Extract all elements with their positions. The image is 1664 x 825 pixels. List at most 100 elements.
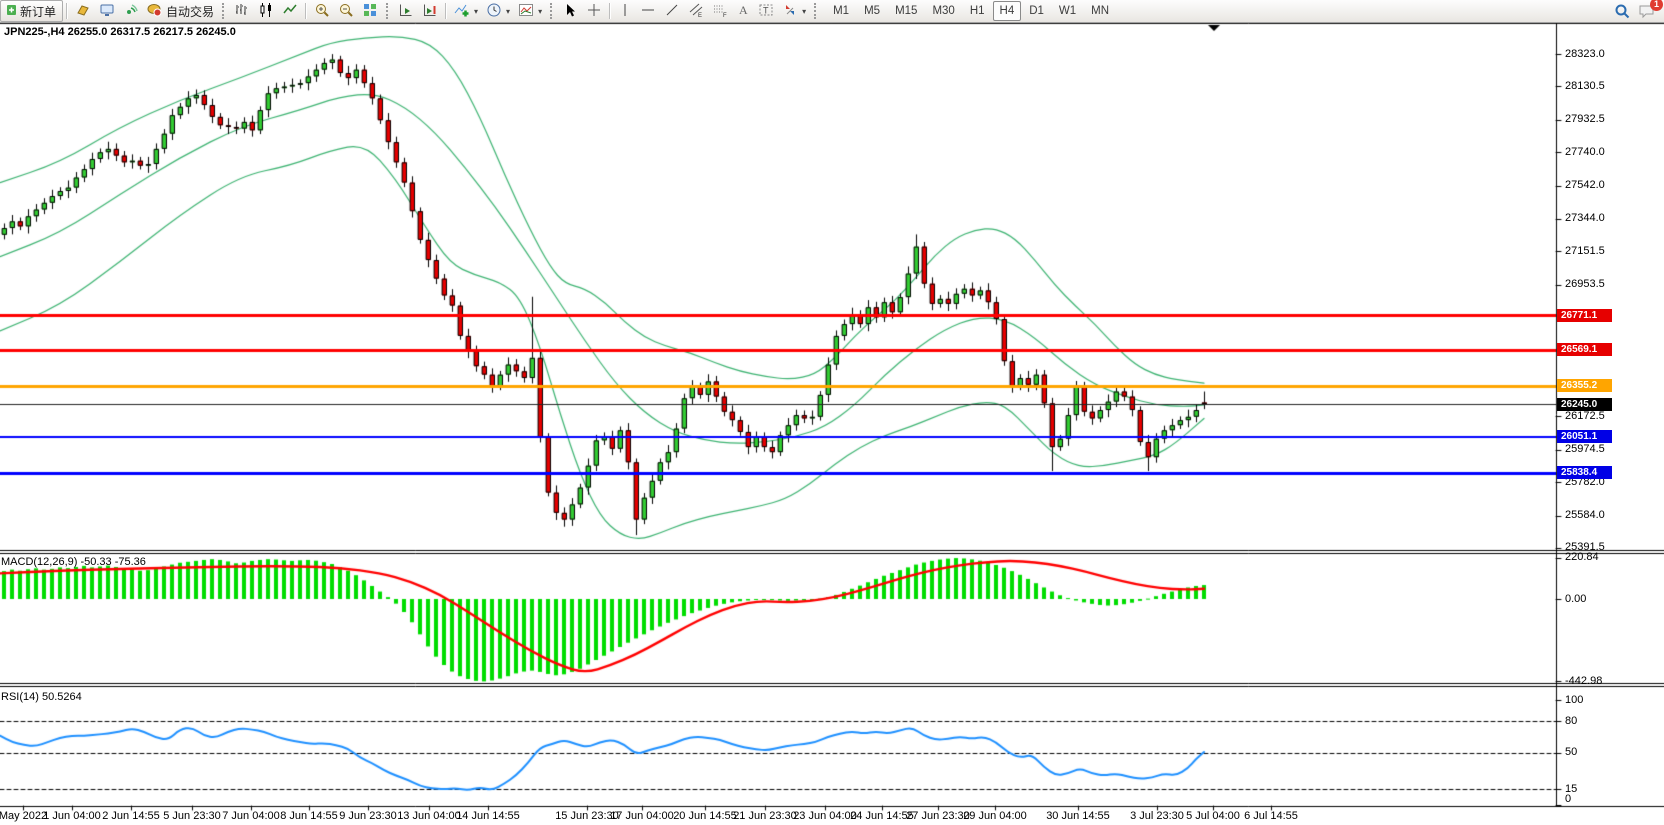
- timeframe-H1[interactable]: H1: [963, 1, 992, 21]
- toolbar-separator: [66, 3, 68, 19]
- text-icon: A: [736, 2, 750, 21]
- signals-icon: [123, 2, 139, 21]
- bar-chart-icon: [234, 2, 250, 21]
- price-axis-label: 25974.5: [1565, 443, 1605, 455]
- timeframe-H4[interactable]: H4: [993, 1, 1022, 21]
- vertical-line-button[interactable]: [614, 0, 636, 22]
- timeframe-bar: M1M5M15M30H1H4D1W1MN: [826, 1, 1116, 21]
- svg-text:T: T: [763, 5, 769, 15]
- trendline-button[interactable]: [660, 0, 684, 22]
- date-axis-label: 20 Jun 14:55: [673, 810, 737, 822]
- zoom-out-button[interactable]: [334, 0, 358, 22]
- horizontal-line-icon: [640, 2, 656, 21]
- macd-axis-label: -442.98: [1565, 675, 1602, 687]
- equidistant-channel-button[interactable]: E: [684, 0, 708, 22]
- timeframe-M5[interactable]: M5: [857, 1, 887, 21]
- date-axis-label: May 2022: [0, 810, 47, 822]
- search-icon[interactable]: [1610, 0, 1634, 22]
- line-chart-button[interactable]: [278, 0, 302, 22]
- templates-icon: [518, 2, 534, 21]
- toolbar-grip[interactable]: [814, 3, 818, 19]
- toolbar: 新订单 自动交易 ▾ ▾ ▾ E F A T ▾ M1M5M15M30H1H4D…: [0, 0, 1664, 23]
- crosshair-button[interactable]: [582, 0, 606, 22]
- rsi-axis-label: 0: [1565, 793, 1571, 805]
- vertical-line-icon: [618, 2, 632, 21]
- data-window-icon: [99, 2, 115, 21]
- date-axis-label: 24 Jun 14:55: [850, 810, 914, 822]
- periods-button[interactable]: ▾: [482, 0, 514, 22]
- text-button[interactable]: A: [732, 0, 754, 22]
- date-axis-label: 3 Jul 23:30: [1130, 810, 1184, 822]
- date-axis-label: 13 Jun 04:00: [397, 810, 461, 822]
- zoom-in-icon: [314, 2, 330, 21]
- fibonacci-button[interactable]: F: [708, 0, 732, 22]
- price-line-badge: 26355.2: [1557, 379, 1612, 392]
- chart-shift-button[interactable]: [418, 0, 442, 22]
- market-watch-icon: [75, 2, 91, 21]
- rsi-axis-label: 50: [1565, 746, 1577, 758]
- price-line-badge: 26245.0: [1557, 398, 1612, 411]
- timeframe-MN[interactable]: MN: [1084, 1, 1116, 21]
- timeframe-D1[interactable]: D1: [1022, 1, 1051, 21]
- auto-trading-button[interactable]: 自动交易: [143, 0, 218, 22]
- date-axis-label: 14 Jun 14:55: [456, 810, 520, 822]
- date-axis-label: 7 Jun 04:00: [222, 810, 280, 822]
- dropdown-caret: ▾: [802, 7, 806, 16]
- date-axis-label: 17 Jun 04:00: [610, 810, 674, 822]
- macd-axis-label: 0.00: [1565, 593, 1586, 605]
- auto-scroll-icon: [398, 2, 414, 21]
- data-window-button[interactable]: [95, 0, 119, 22]
- chat-icon[interactable]: 1: [1634, 0, 1660, 22]
- text-label-button[interactable]: T: [754, 0, 778, 22]
- toolbar-separator: [305, 3, 307, 19]
- auto-scroll-button[interactable]: [394, 0, 418, 22]
- symbol-title: JPN225-,H4 26255.0 26317.5 26217.5 26245…: [4, 26, 236, 38]
- price-axis-label: 28130.5: [1565, 80, 1605, 92]
- svg-text:F: F: [723, 13, 727, 18]
- chart-canvas[interactable]: [0, 0, 1664, 825]
- candlestick-chart-button[interactable]: [254, 0, 278, 22]
- fibonacci-icon: F: [712, 2, 728, 21]
- timeframe-W1[interactable]: W1: [1052, 1, 1083, 21]
- toolbar-separator: [609, 3, 611, 19]
- timeframe-M1[interactable]: M1: [826, 1, 856, 21]
- price-axis-label: 27932.5: [1565, 113, 1605, 125]
- timeframe-M30[interactable]: M30: [925, 1, 961, 21]
- dropdown-caret: ▾: [474, 7, 478, 16]
- bar-chart-button[interactable]: [230, 0, 254, 22]
- text-label-icon: T: [758, 2, 774, 21]
- date-axis-label: 2 Jun 14:55: [102, 810, 160, 822]
- line-chart-icon: [282, 2, 298, 21]
- cursor-button[interactable]: [558, 0, 582, 22]
- dropdown-caret: ▾: [538, 7, 542, 16]
- templates-button[interactable]: ▾: [514, 0, 546, 22]
- toolbar-grip[interactable]: [222, 3, 226, 19]
- dropdown-caret: ▾: [506, 7, 510, 16]
- arrows-icon: [782, 2, 798, 21]
- timeframe-M15[interactable]: M15: [888, 1, 924, 21]
- toolbar-grip[interactable]: [386, 3, 390, 19]
- date-axis-label: 30 Jun 14:55: [1046, 810, 1110, 822]
- indicators-button[interactable]: ▾: [450, 0, 482, 22]
- candlestick-chart-icon: [258, 2, 274, 21]
- auto-trading-icon: [147, 2, 163, 21]
- price-line-badge: 25838.4: [1557, 466, 1612, 479]
- svg-text:A: A: [739, 3, 748, 17]
- toolbar-grip[interactable]: [550, 3, 554, 19]
- horizontal-line-button[interactable]: [636, 0, 660, 22]
- date-axis-label: 5 Jun 23:30: [163, 810, 221, 822]
- market-watch-button[interactable]: [71, 0, 95, 22]
- date-axis-label: 9 Jun 23:30: [339, 810, 397, 822]
- date-axis-label: 6 Jul 14:55: [1244, 810, 1298, 822]
- date-axis-label: 8 Jun 14:55: [280, 810, 338, 822]
- price-line-badge: 26051.1: [1557, 430, 1612, 443]
- price-axis-label: 26953.5: [1565, 278, 1605, 290]
- price-axis-label: 27344.0: [1565, 212, 1605, 224]
- tile-windows-button[interactable]: [358, 0, 382, 22]
- new-order-button[interactable]: 新订单: [0, 0, 63, 22]
- toolbar-separator: [445, 3, 447, 19]
- signals-button[interactable]: [119, 0, 143, 22]
- date-axis-label: 29 Jun 04:00: [963, 810, 1027, 822]
- arrows-button[interactable]: ▾: [778, 0, 810, 22]
- zoom-in-button[interactable]: [310, 0, 334, 22]
